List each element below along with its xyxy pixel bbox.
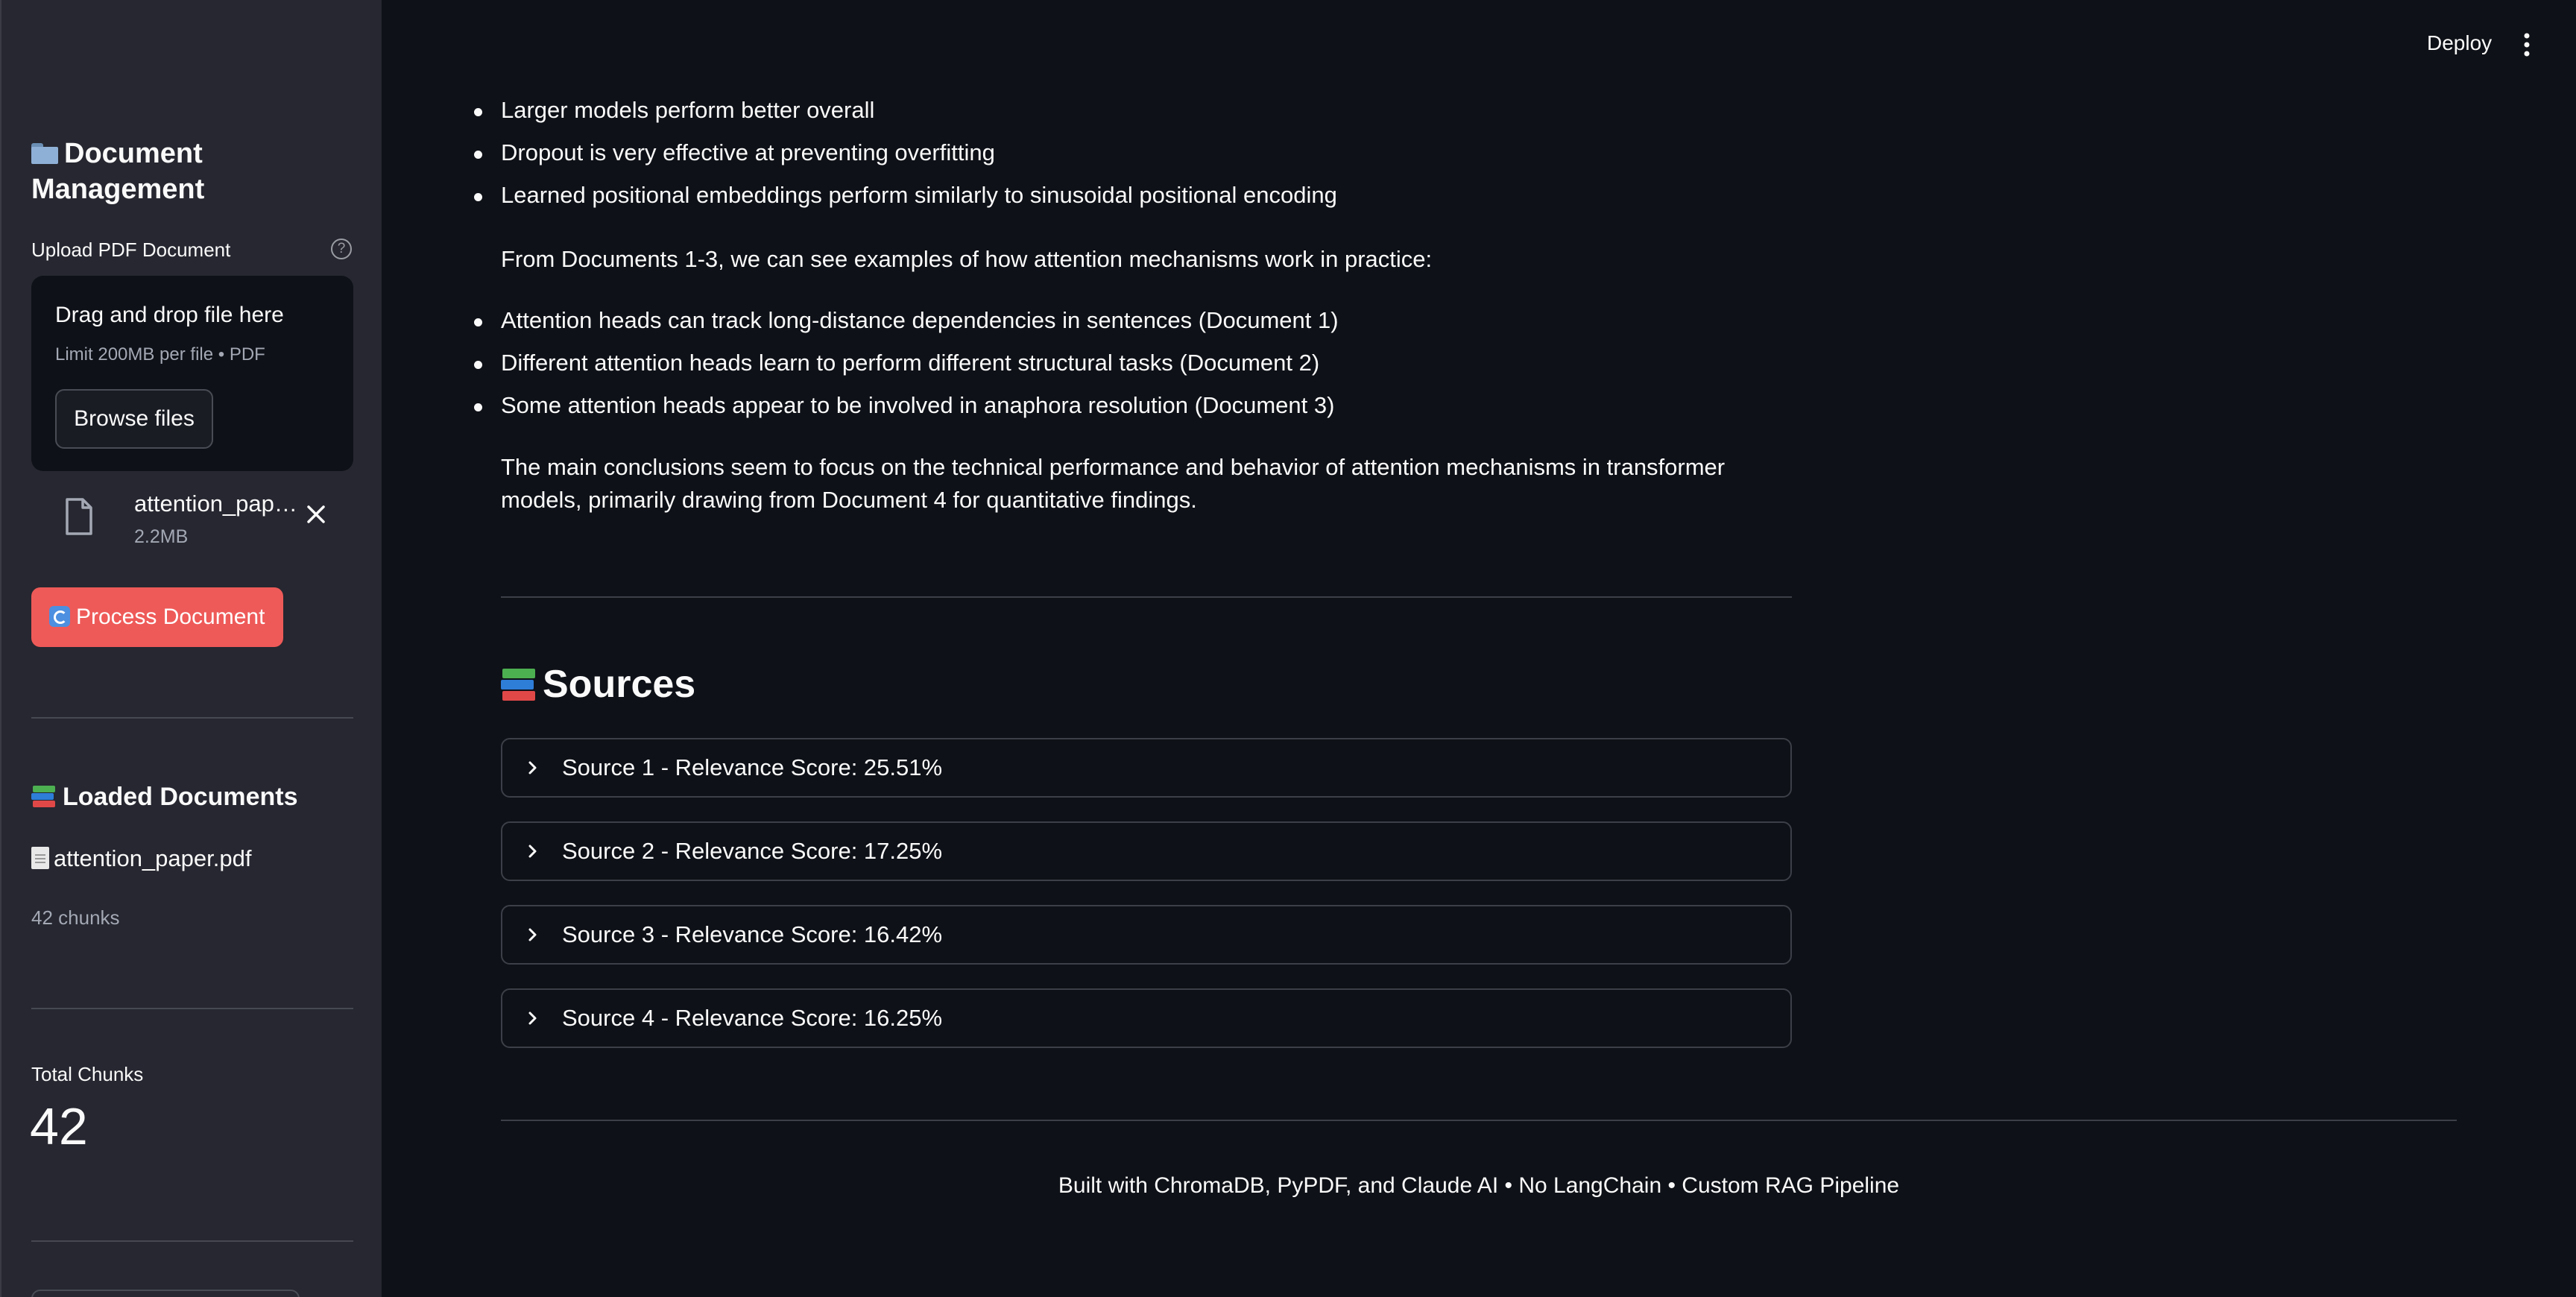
chevron-right-icon: [528, 845, 537, 858]
dropzone-limit: Limit 200MB per file • PDF: [55, 344, 265, 365]
footer-text: Built with ChromaDB, PyPDF, and Claude A…: [1058, 1173, 1900, 1198]
answer-paragraph: The main conclusions seem to focus on th…: [501, 454, 1726, 513]
section-divider: [501, 596, 1792, 598]
dropzone-title: Drag and drop file here: [55, 303, 284, 327]
source-expander-label: Source 3 - Relevance Score: 16.42%: [562, 921, 943, 947]
source-expander[interactable]: Source 3 - Relevance Score: 16.42%: [501, 905, 1792, 965]
source-expander[interactable]: Source 2 - Relevance Score: 17.25%: [501, 821, 1792, 881]
source-expander[interactable]: Source 4 - Relevance Score: 16.25%: [501, 988, 1792, 1048]
sidebar-bottom-button[interactable]: [31, 1290, 300, 1297]
sidebar-divider: [31, 1008, 353, 1009]
loaded-document-name: attention_paper.pdf: [54, 845, 252, 871]
answer-paragraph: From Documents 1-3, we can see examples …: [501, 246, 1433, 272]
loaded-documents-header: Loaded Documents: [31, 783, 297, 812]
loaded-document-item: attention_paper.pdf: [31, 845, 251, 872]
sources-heading-text: Sources: [543, 663, 696, 706]
list-item: Different attention heads learn to perfo…: [474, 347, 1339, 389]
uploaded-file-name: attention_paper.pdf: [134, 490, 300, 517]
list-item: Dropout is very effective at preventing …: [474, 136, 1337, 179]
sidebar-divider: [31, 1240, 353, 1242]
list-item: Attention heads can track long-distance …: [474, 304, 1339, 347]
loaded-documents-title: Loaded Documents: [63, 783, 298, 811]
chevron-right-icon: [528, 928, 537, 941]
browse-files-button[interactable]: Browse files: [55, 389, 213, 449]
sidebar-divider: [31, 717, 353, 719]
list-item: Learned positional embeddings perform si…: [474, 179, 1337, 221]
total-chunks-value: 42: [30, 1097, 88, 1155]
total-chunks-label: Total Chunks: [31, 1063, 144, 1085]
uploaded-file-size: 2.2MB: [134, 526, 189, 547]
close-icon[interactable]: [301, 499, 331, 529]
conclusions-list: Larger models perform better overall Dro…: [474, 94, 1337, 221]
help-icon[interactable]: ?: [331, 239, 352, 259]
source-expander-label: Source 1 - Relevance Score: 25.51%: [562, 754, 943, 780]
file-icon: [66, 498, 92, 535]
list-item: Larger models perform better overall: [474, 94, 1337, 136]
app-root: Document Management Upload PDF Document …: [0, 0, 2576, 1297]
sources-heading: Sources: [501, 662, 695, 707]
process-document-button[interactable]: Process Document: [31, 587, 283, 647]
page-icon: [31, 847, 49, 869]
deploy-button[interactable]: Deploy: [2427, 31, 2492, 55]
books-icon: [501, 667, 537, 701]
books-icon: [31, 784, 57, 808]
sidebar: Document Management Upload PDF Document …: [0, 0, 382, 1297]
sidebar-title: Document Management: [31, 136, 359, 207]
refresh-icon: [49, 606, 70, 627]
footer-divider: [501, 1120, 2457, 1121]
upload-label: Upload PDF Document: [31, 239, 231, 261]
loaded-document-chunks: 42 chunks: [31, 906, 120, 929]
chevron-right-icon: [528, 761, 537, 774]
chevron-right-icon: [528, 1012, 537, 1025]
examples-list: Attention heads can track long-distance …: [474, 304, 1339, 432]
file-dropzone[interactable]: Drag and drop file here Limit 200MB per …: [31, 276, 353, 471]
process-document-label: Process Document: [76, 605, 265, 629]
kebab-menu-icon[interactable]: [2518, 30, 2536, 60]
source-expander[interactable]: Source 1 - Relevance Score: 25.51%: [501, 738, 1792, 798]
folder-icon: [31, 143, 58, 164]
list-item: Some attention heads appear to be involv…: [474, 389, 1339, 432]
source-expander-label: Source 4 - Relevance Score: 16.25%: [562, 1005, 943, 1031]
source-expander-label: Source 2 - Relevance Score: 17.25%: [562, 838, 943, 864]
uploaded-file: attention_paper.pdf 2.2MB: [31, 485, 359, 559]
